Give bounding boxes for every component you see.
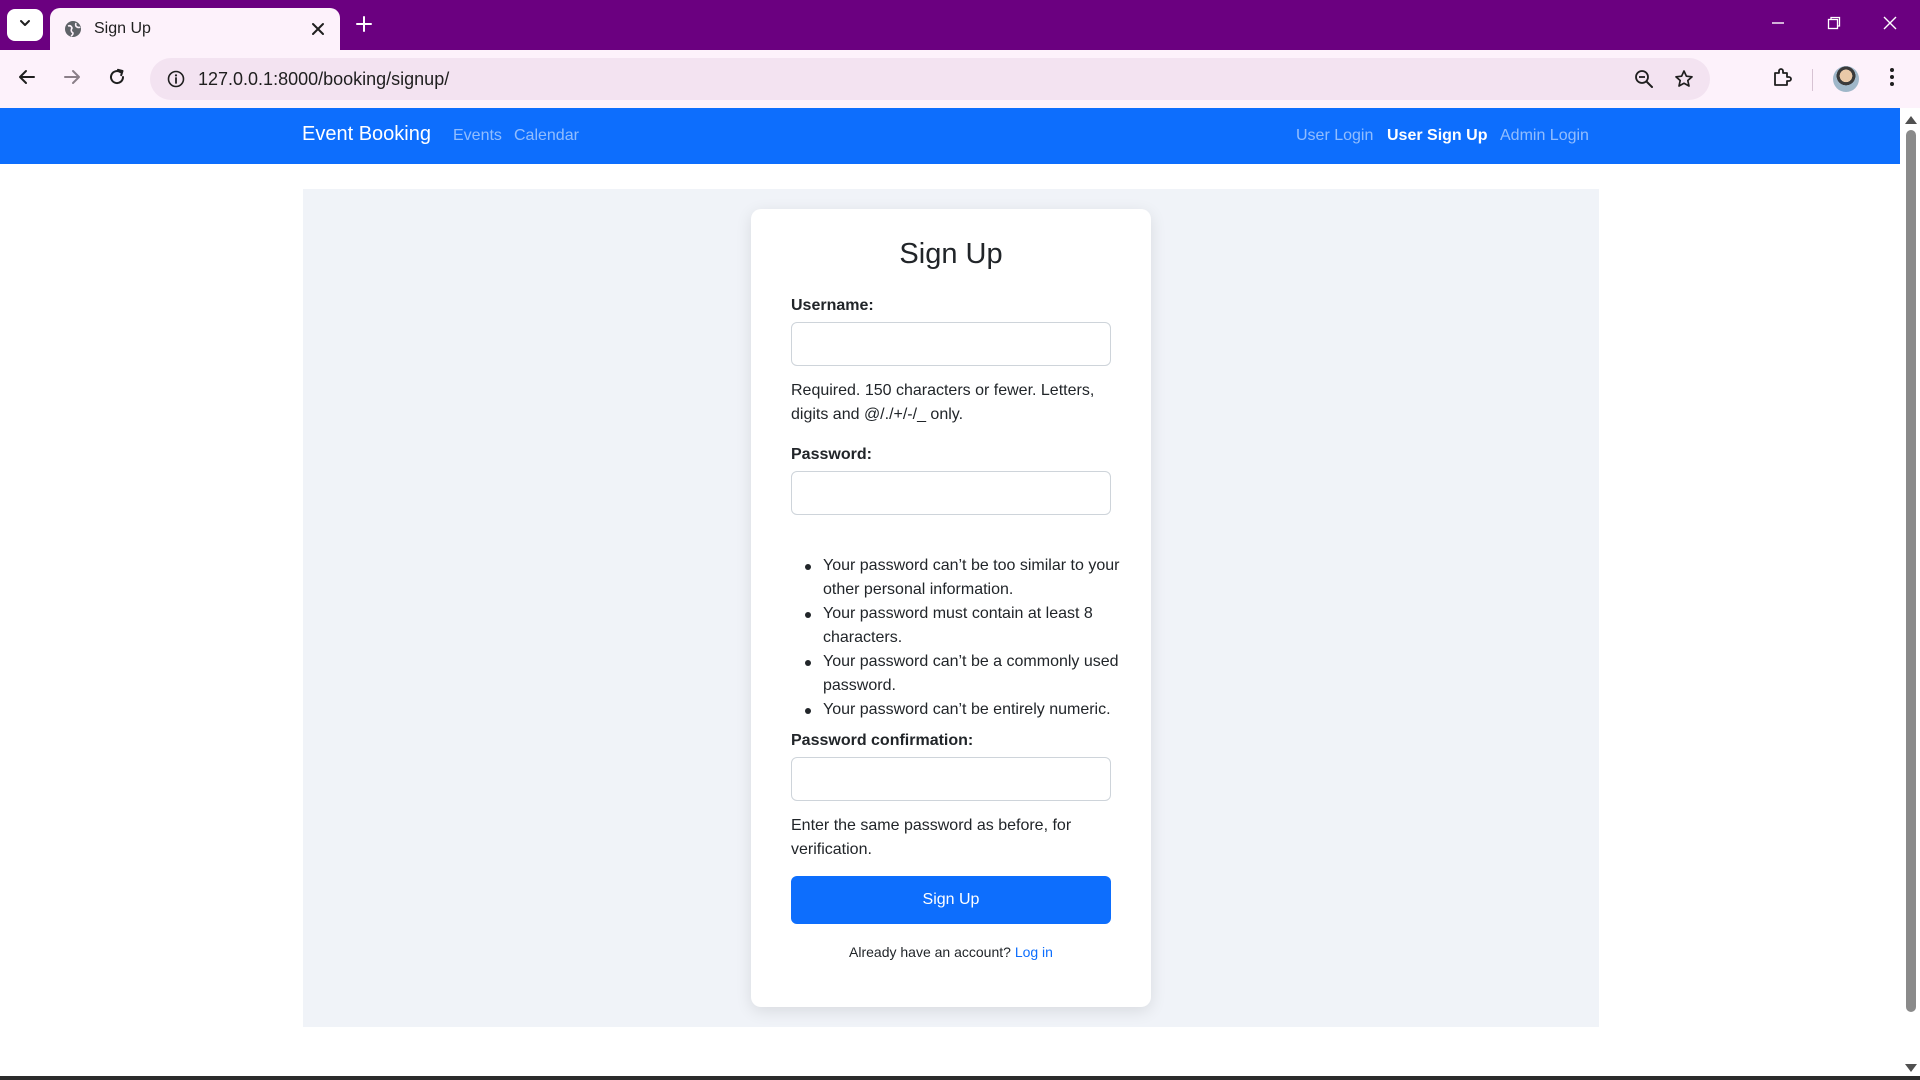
browser-menu-button[interactable]	[1874, 61, 1910, 97]
username-help: Required. 150 characters or fewer. Lette…	[791, 379, 1111, 427]
nav-link-user-sign-up[interactable]: User Sign Up	[1387, 127, 1487, 145]
password-label: Password:	[791, 446, 872, 463]
password-confirmation-label: Password confirmation:	[791, 732, 974, 749]
url-text[interactable]: 127.0.0.1:8000/booking/signup/	[198, 69, 1624, 90]
content-container: Sign Up Username: Required. 150 characte…	[303, 189, 1599, 1027]
close-icon	[1883, 16, 1897, 35]
back-button[interactable]	[9, 61, 45, 97]
confirmation-help-line: verification.	[791, 841, 872, 858]
puzzle-icon	[1771, 66, 1793, 93]
page-viewport: Event Booking Events Calendar User Login…	[0, 108, 1920, 1080]
sign-up-button[interactable]: Sign Up	[791, 876, 1111, 924]
arrow-left-icon	[18, 68, 36, 91]
browser-toolbar: 127.0.0.1:8000/booking/signup/	[0, 50, 1920, 108]
password-rules-list: Your password can’t be too similar to yo…	[791, 554, 1121, 722]
new-tab-button[interactable]	[350, 12, 378, 40]
reload-icon	[108, 68, 126, 91]
password-confirmation-help: Enter the same password as before, for v…	[791, 814, 1111, 862]
forward-button[interactable]	[54, 61, 90, 97]
username-help-line: digits and @/./+/-/_ only.	[791, 406, 964, 423]
password-confirmation-input[interactable]	[791, 757, 1111, 801]
extensions-button[interactable]	[1764, 61, 1800, 97]
chevron-down-icon	[18, 16, 32, 35]
avatar	[1833, 66, 1859, 92]
restore-button[interactable]	[1806, 0, 1862, 50]
signup-card: Sign Up Username: Required. 150 characte…	[751, 209, 1151, 1007]
username-label: Username:	[791, 297, 874, 314]
arrow-right-icon	[63, 68, 81, 91]
tab-title: Sign Up	[94, 20, 151, 37]
browser-tab[interactable]: Sign Up	[50, 8, 340, 50]
reload-button[interactable]	[99, 61, 135, 97]
kebab-menu-icon	[1889, 67, 1895, 92]
restore-icon	[1827, 16, 1841, 35]
password-rule: Your password can’t be a commonly used p…	[791, 650, 1121, 698]
minimize-button[interactable]	[1750, 0, 1806, 50]
star-icon[interactable]	[1664, 59, 1704, 99]
tab-search-button[interactable]	[7, 9, 43, 41]
login-link[interactable]: Log in	[1015, 944, 1053, 960]
zoom-out-icon[interactable]	[1624, 59, 1664, 99]
close-icon[interactable]	[308, 19, 328, 39]
password-rule: Your password must contain at least 8 ch…	[791, 602, 1121, 650]
nav-link-admin-login[interactable]: Admin Login	[1500, 127, 1589, 145]
close-window-button[interactable]	[1862, 0, 1918, 50]
password-rule: Your password can’t be too similar to yo…	[791, 554, 1121, 602]
confirmation-help-line: Enter the same password as before, for	[791, 817, 1072, 834]
plus-icon	[356, 15, 372, 37]
scrollbar-thumb[interactable]	[1906, 130, 1916, 1012]
password-rule: Your password can’t be entirely numeric.	[791, 698, 1121, 722]
login-prompt-text: Already have an account?	[849, 944, 1011, 960]
address-bar[interactable]: 127.0.0.1:8000/booking/signup/	[150, 58, 1710, 100]
username-input[interactable]	[791, 322, 1111, 366]
info-icon[interactable]	[154, 58, 198, 100]
browser-titlebar: Sign Up	[0, 0, 1920, 50]
password-input[interactable]	[791, 471, 1111, 515]
scroll-down-arrow-icon[interactable]	[1905, 1064, 1917, 1072]
nav-link-events[interactable]: Events	[453, 127, 502, 145]
username-help-line: Required. 150 characters or fewer. Lette…	[791, 382, 1095, 399]
profile-button[interactable]	[1828, 61, 1864, 97]
globe-icon	[64, 20, 82, 38]
login-prompt: Already have an account? Log in	[751, 944, 1151, 960]
site-navbar: Event Booking Events Calendar User Login…	[0, 108, 1900, 164]
minimize-icon	[1771, 16, 1785, 35]
nav-link-user-login[interactable]: User Login	[1296, 127, 1373, 145]
nav-link-calendar[interactable]: Calendar	[514, 127, 579, 145]
page-title: Sign Up	[899, 238, 1003, 270]
toolbar-separator	[1812, 69, 1813, 91]
navbar-brand[interactable]: Event Booking	[302, 123, 431, 146]
scroll-up-arrow-icon[interactable]	[1905, 116, 1917, 124]
window-bottom-edge	[0, 1076, 1920, 1080]
